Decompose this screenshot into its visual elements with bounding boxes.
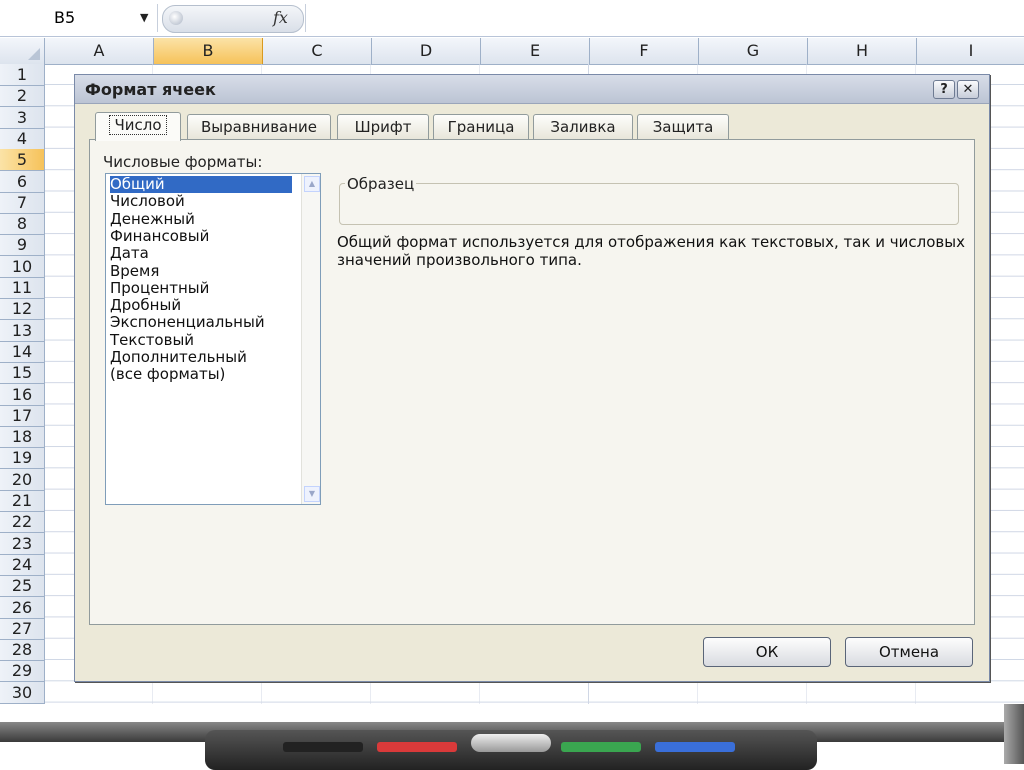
column-header[interactable]: F bbox=[590, 38, 699, 64]
format-list-item[interactable]: Текстовый bbox=[110, 331, 194, 349]
select-all-corner[interactable] bbox=[0, 38, 45, 64]
format-list-item[interactable]: Дата bbox=[110, 245, 149, 262]
row-header[interactable]: 28 bbox=[0, 639, 44, 662]
green-pen-icon bbox=[561, 742, 641, 752]
column-header[interactable]: E bbox=[481, 38, 590, 64]
row-header[interactable]: 26 bbox=[0, 597, 44, 619]
format-description: Общий формат используется для отображени… bbox=[337, 233, 965, 269]
row-header[interactable]: 21 bbox=[0, 490, 44, 512]
row-header[interactable]: 23 bbox=[0, 533, 44, 555]
row-header[interactable]: 9 bbox=[0, 234, 44, 257]
tab-fill[interactable]: Заливка bbox=[533, 114, 633, 139]
board-frame bbox=[1004, 704, 1024, 764]
row-header[interactable]: 11 bbox=[0, 277, 44, 299]
format-list-item[interactable]: Экспоненциальный bbox=[110, 314, 265, 331]
tab-border[interactable]: Граница bbox=[433, 114, 529, 139]
insert-function-button[interactable]: fx bbox=[273, 8, 288, 27]
row-header[interactable]: 1 bbox=[0, 64, 44, 86]
row-header[interactable]: 27 bbox=[0, 618, 44, 640]
row-header[interactable]: 6 bbox=[0, 171, 44, 193]
format-list-item[interactable]: Общий bbox=[110, 175, 292, 194]
format-list-item[interactable]: Дополнительный bbox=[110, 348, 247, 366]
cancel-button[interactable]: Отмена bbox=[845, 637, 973, 667]
formula-tools: fx bbox=[162, 5, 304, 33]
ok-button[interactable]: ОК bbox=[703, 637, 831, 667]
row-header[interactable]: 3 bbox=[0, 107, 44, 129]
column-header[interactable]: B bbox=[154, 38, 263, 64]
row-header[interactable]: 13 bbox=[0, 320, 44, 342]
black-pen-icon bbox=[283, 742, 363, 752]
format-list-item[interactable]: Числовой bbox=[110, 193, 185, 210]
format-cells-dialog: Формат ячеек ? ✕ Число Выравнивание Шриф… bbox=[74, 74, 990, 682]
row-header[interactable]: 22 bbox=[0, 511, 44, 534]
row-header[interactable]: 24 bbox=[0, 554, 44, 576]
row-header[interactable]: 25 bbox=[0, 575, 44, 598]
tab-alignment[interactable]: Выравнивание bbox=[187, 114, 331, 139]
row-header[interactable]: 12 bbox=[0, 298, 44, 321]
scroll-up-icon[interactable]: ▲ bbox=[304, 176, 320, 192]
row-header[interactable]: 29 bbox=[0, 660, 44, 683]
row-header[interactable]: 18 bbox=[0, 426, 44, 449]
format-list-item[interactable]: Время bbox=[110, 262, 159, 280]
formula-bar: B5 ▼ fx bbox=[0, 0, 1024, 37]
tab-protection[interactable]: Защита bbox=[637, 114, 729, 139]
row-header[interactable]: 17 bbox=[0, 405, 44, 427]
format-list-item[interactable]: Процентный bbox=[110, 279, 209, 297]
tab-number[interactable]: Число bbox=[95, 112, 181, 141]
column-header[interactable]: A bbox=[45, 38, 154, 64]
row-header[interactable]: 14 bbox=[0, 341, 44, 363]
dialog-title: Формат ячеек bbox=[85, 80, 216, 99]
whiteboard-tray bbox=[0, 704, 1024, 770]
formula-input[interactable] bbox=[305, 4, 1024, 32]
column-header-bar: ABCDEFGHI bbox=[0, 38, 1024, 65]
row-header-bar: 1 2 3 4 5 6 7 8 9 10 11 12 13 14 15 16 17 18 19 20 21 22 23 24 2… bbox=[0, 64, 45, 704]
row-header[interactable]: 20 bbox=[0, 469, 44, 491]
scroll-down-icon[interactable]: ▼ bbox=[304, 486, 320, 502]
row-header[interactable]: 8 bbox=[0, 213, 44, 236]
row-header[interactable]: 19 bbox=[0, 447, 44, 470]
blue-pen-icon bbox=[655, 742, 735, 752]
dialog-titlebar[interactable]: Формат ячеек ? ✕ bbox=[75, 75, 989, 104]
close-button[interactable]: ✕ bbox=[957, 80, 979, 99]
format-list-item[interactable]: Денежный bbox=[110, 210, 195, 228]
format-list-item[interactable]: Финансовый bbox=[110, 227, 209, 245]
row-header[interactable]: 10 bbox=[0, 256, 44, 278]
row-header[interactable]: 5 bbox=[0, 149, 44, 172]
format-list-item[interactable]: (все форматы) bbox=[110, 366, 225, 383]
name-box[interactable]: B5 ▼ bbox=[0, 4, 158, 32]
row-header[interactable]: 2 bbox=[0, 85, 44, 108]
expand-handle-icon[interactable] bbox=[169, 11, 183, 25]
pen-tray bbox=[205, 730, 817, 770]
number-formats-list[interactable]: ▲ ▼ Общий Числовой Денежный Финансовый Дата В… bbox=[105, 173, 321, 505]
row-header[interactable]: 30 bbox=[0, 682, 44, 704]
column-header[interactable]: C bbox=[263, 38, 372, 64]
row-header[interactable]: 7 bbox=[0, 192, 44, 214]
red-pen-icon bbox=[377, 742, 457, 752]
eraser-icon bbox=[471, 734, 551, 752]
column-header[interactable]: I bbox=[917, 38, 1024, 64]
column-header[interactable]: D bbox=[372, 38, 481, 64]
tab-font[interactable]: Шрифт bbox=[337, 114, 429, 139]
list-scrollbar[interactable]: ▲ ▼ bbox=[301, 174, 320, 504]
sample-group bbox=[339, 183, 959, 225]
tab-label: Число bbox=[109, 115, 167, 135]
help-button[interactable]: ? bbox=[933, 80, 955, 99]
row-header[interactable]: 16 bbox=[0, 384, 44, 406]
column-header[interactable]: G bbox=[699, 38, 808, 64]
format-list-item[interactable]: Дробный bbox=[110, 296, 181, 314]
column-header[interactable]: H bbox=[808, 38, 917, 64]
row-header[interactable]: 15 bbox=[0, 362, 44, 385]
chevron-down-icon[interactable]: ▼ bbox=[140, 4, 148, 32]
number-formats-label: Числовые форматы: bbox=[103, 153, 263, 171]
sample-label: Образец bbox=[345, 175, 417, 193]
name-box-value: B5 bbox=[54, 8, 76, 27]
row-header[interactable]: 4 bbox=[0, 128, 44, 150]
